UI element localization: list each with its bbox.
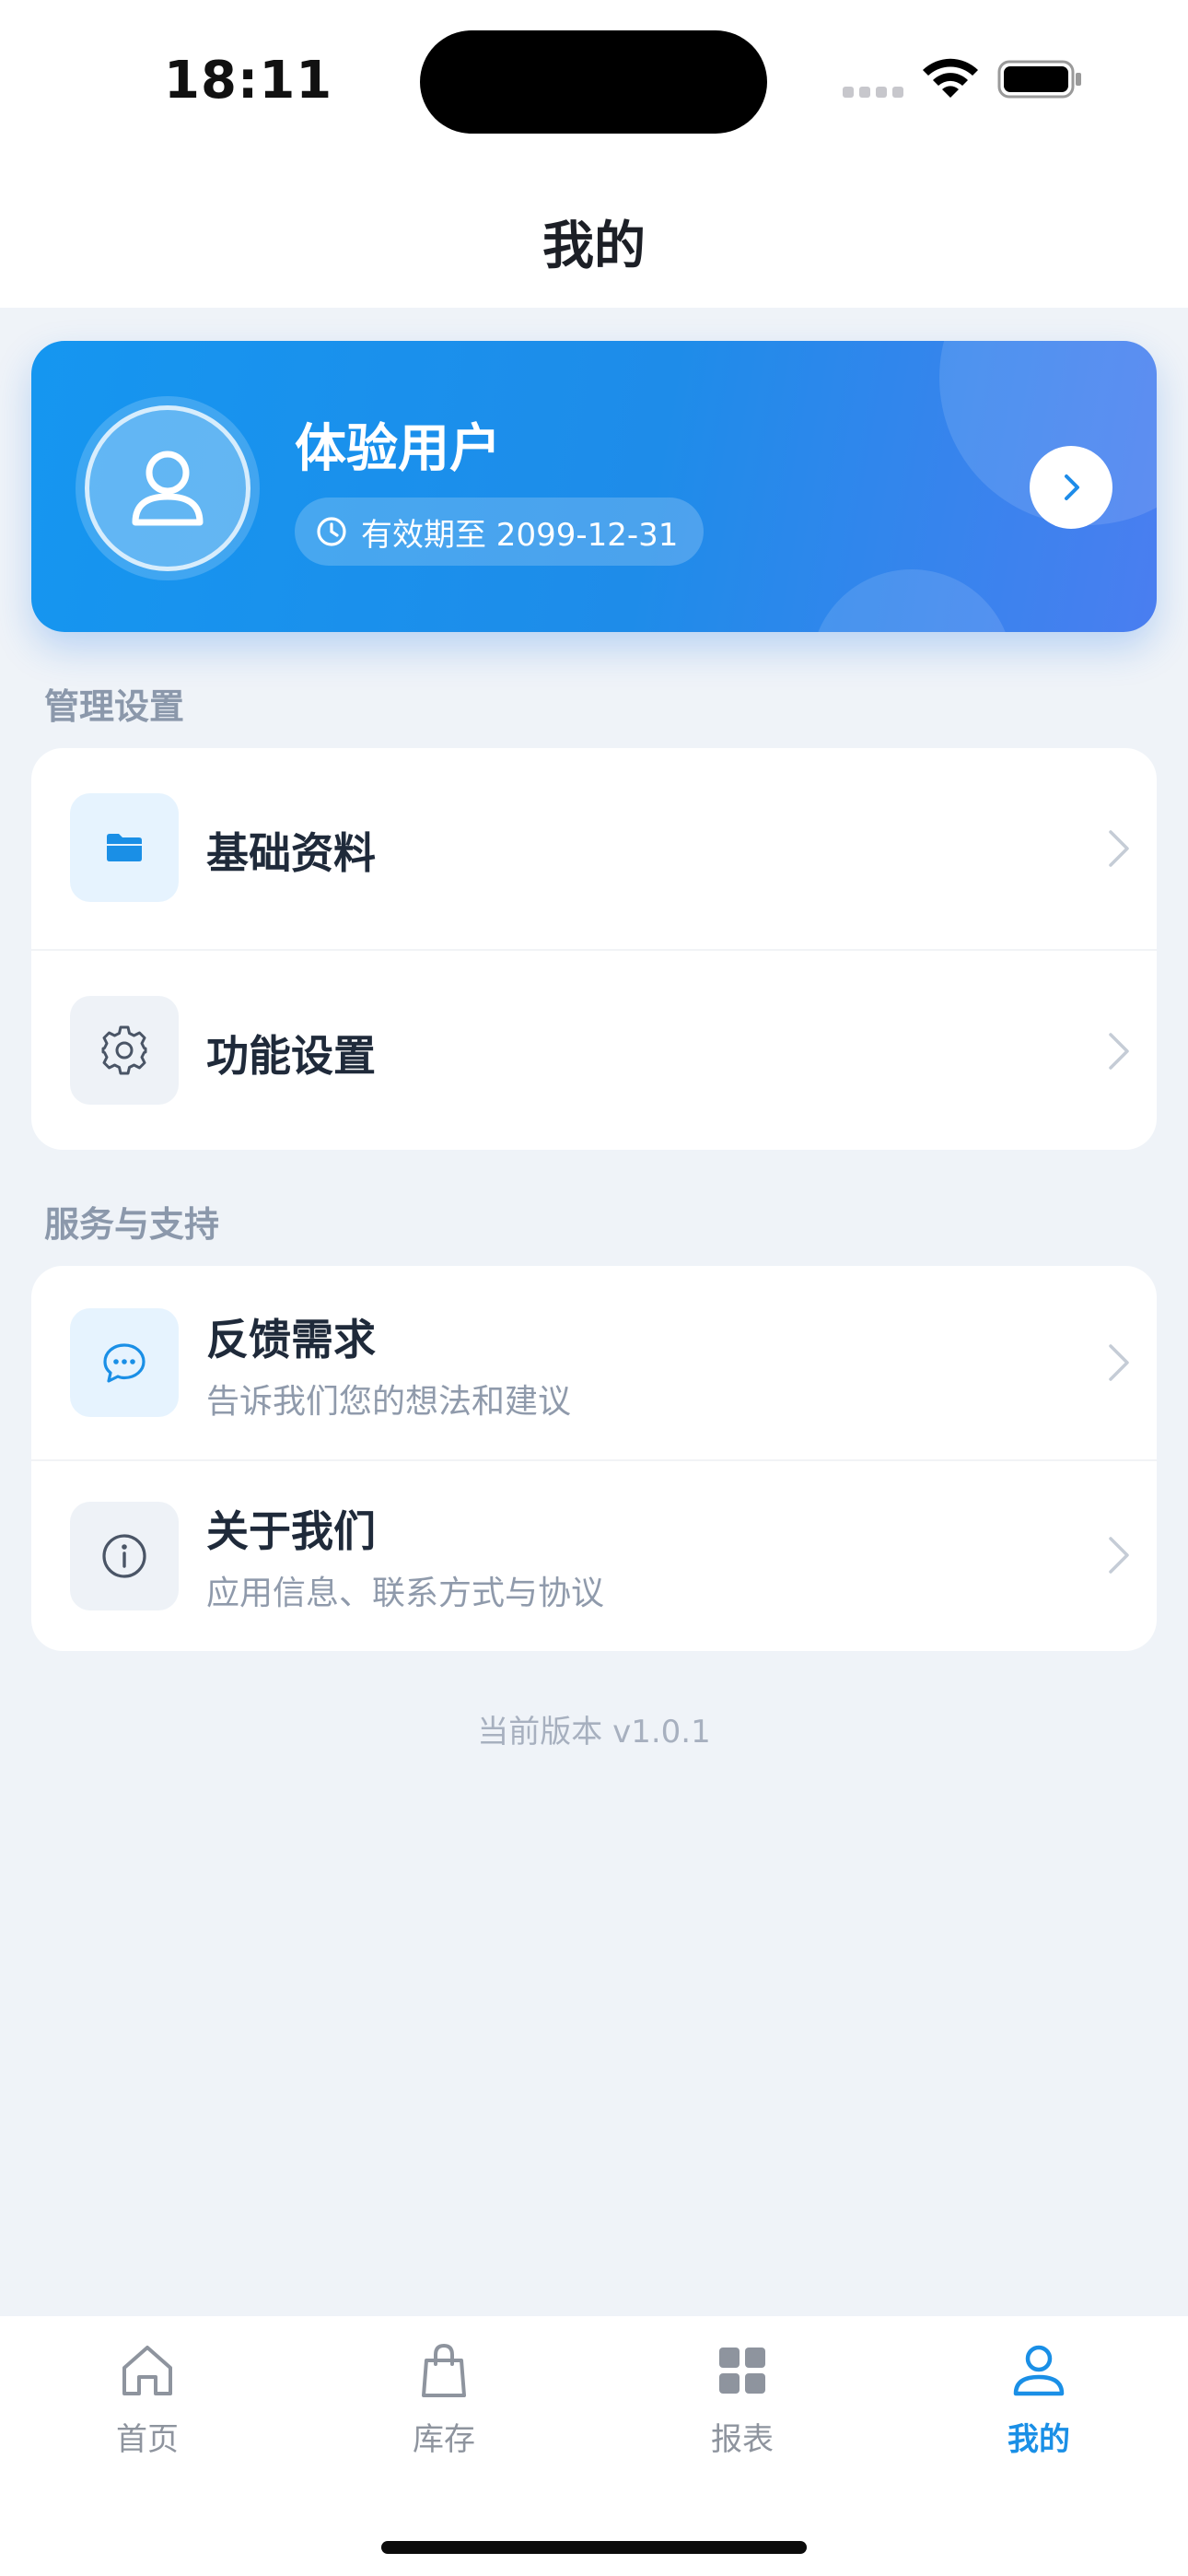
expiry-badge: 有效期至 2099-12-31 <box>295 498 705 566</box>
tab-bar: 首页 库存 报表 我的 <box>0 2316 1188 2576</box>
section-title-management: 管理设置 <box>44 686 185 727</box>
management-card: 基础资料 功能设置 <box>31 748 1157 1150</box>
menu-item-subtitle: 应用信息、联系方式与协议 <box>206 1575 605 1612</box>
dynamic-island <box>420 30 767 134</box>
menu-item-basic-info[interactable]: 基础资料 <box>31 748 1157 949</box>
user-icon <box>132 451 204 526</box>
section-title-service: 服务与支持 <box>44 1204 220 1245</box>
profile-card[interactable]: 体验用户 有效期至 2099-12-31 <box>31 341 1157 632</box>
menu-item-label: 反馈需求 <box>206 1315 376 1364</box>
icon-container <box>70 1308 179 1417</box>
menu-item-function-settings[interactable]: 功能设置 <box>31 949 1157 1150</box>
user-icon <box>1013 2345 1065 2396</box>
service-card: 反馈需求 告诉我们您的想法和建议 关于我们 应用信息、联系方式与协议 <box>31 1266 1157 1651</box>
user-name: 体验用户 <box>295 419 501 479</box>
chevron-right-icon <box>1109 1537 1129 1574</box>
expiry-text: 有效期至 2099-12-31 <box>361 516 679 554</box>
status-time: 18:11 <box>164 51 333 111</box>
profile-detail-button[interactable] <box>1030 446 1112 529</box>
shopping-bag-icon <box>422 2343 466 2397</box>
screen: { "status_bar": { "time": "18:11" }, "na… <box>0 0 1188 2576</box>
menu-item-label: 功能设置 <box>206 1031 376 1081</box>
icon-container <box>70 996 179 1105</box>
menu-item-label: 基础资料 <box>206 828 376 878</box>
tab-home[interactable]: 首页 <box>74 2338 221 2476</box>
menu-item-label: 关于我们 <box>206 1506 376 1556</box>
wifi-icon <box>923 58 978 98</box>
icon-container <box>70 793 179 902</box>
tab-label: 我的 <box>1007 2421 1070 2458</box>
chevron-right-icon <box>1109 1344 1129 1381</box>
tab-label: 库存 <box>413 2421 475 2458</box>
icon-container <box>70 1502 179 1610</box>
grid-icon <box>719 2348 765 2394</box>
menu-item-feedback[interactable]: 反馈需求 告诉我们您的想法和建议 <box>31 1266 1157 1459</box>
battery-icon <box>997 60 1081 99</box>
gear-icon <box>101 1025 147 1075</box>
top-bar: 18:11 我的 <box>0 0 1188 308</box>
tab-inventory[interactable]: 库存 <box>370 2338 518 2476</box>
tab-mine[interactable]: 我的 <box>965 2338 1112 2476</box>
tab-reports[interactable]: 报表 <box>669 2338 816 2476</box>
tab-label: 报表 <box>711 2421 774 2458</box>
clock-icon <box>317 517 346 546</box>
page-title: 我的 <box>542 217 646 276</box>
chevron-right-icon <box>1109 1033 1129 1070</box>
home-icon <box>122 2346 172 2395</box>
home-indicator <box>381 2541 807 2554</box>
info-icon <box>102 1534 146 1578</box>
chevron-right-icon <box>1065 474 1079 500</box>
tab-label: 首页 <box>116 2421 179 2458</box>
menu-item-subtitle: 告诉我们您的想法和建议 <box>206 1383 572 1421</box>
chevron-right-icon <box>1109 830 1129 867</box>
decorative-circle <box>810 569 1013 632</box>
menu-item-about-us[interactable]: 关于我们 应用信息、联系方式与协议 <box>31 1459 1157 1651</box>
avatar[interactable] <box>85 405 250 571</box>
cellular-signal-icon <box>843 87 905 98</box>
chat-bubble-icon <box>103 1343 146 1383</box>
version-text: 当前版本 v1.0.1 <box>477 1714 711 1751</box>
folder-icon <box>107 834 142 861</box>
